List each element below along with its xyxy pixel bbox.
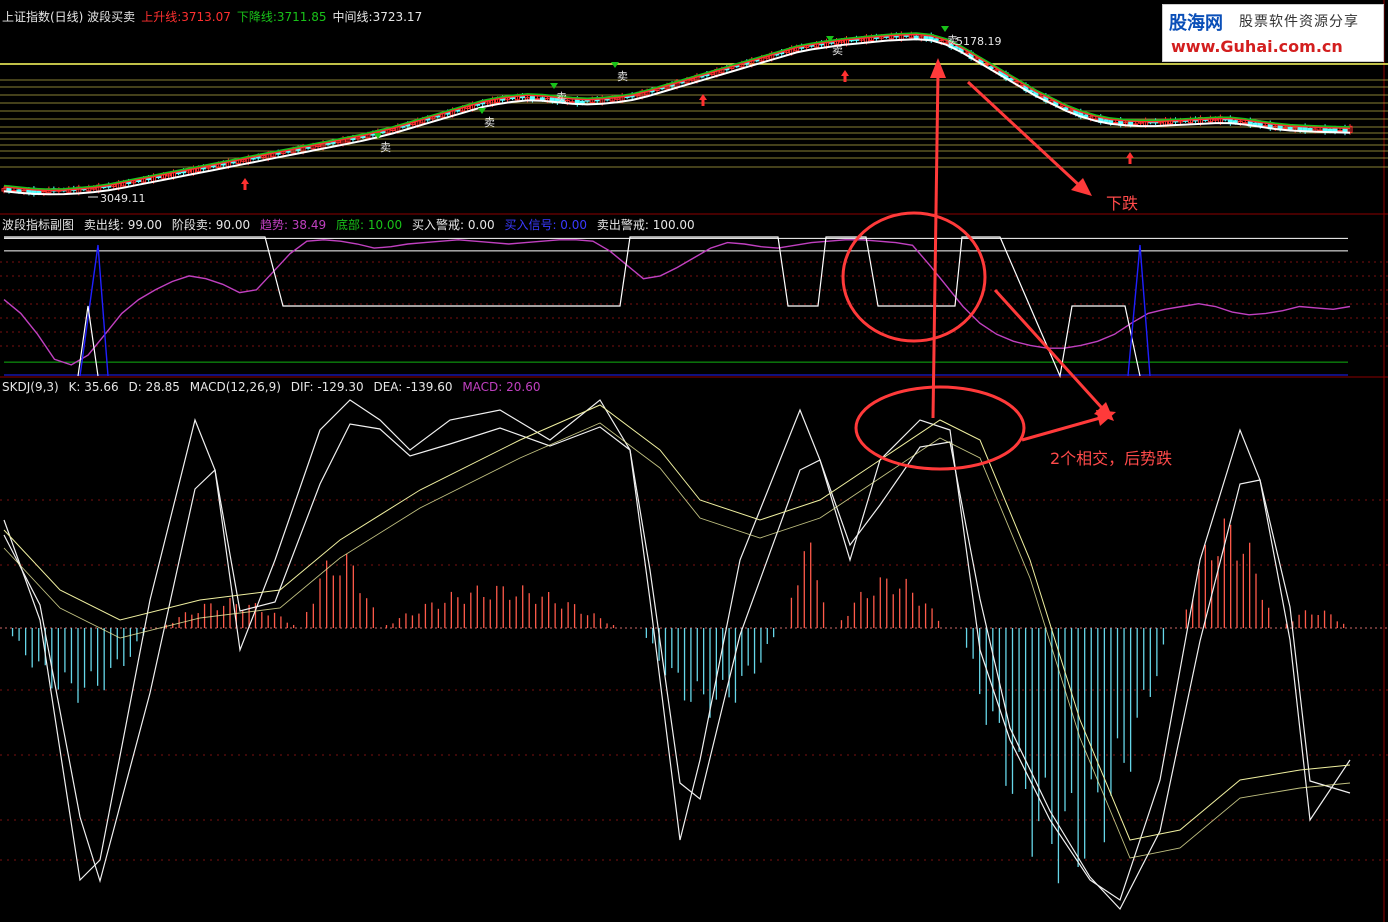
- candle-body: [1337, 130, 1343, 133]
- buy-arrow-icon: [241, 178, 249, 190]
- up-line-label: 上升线:: [141, 10, 182, 24]
- peak-label: 5178.19: [956, 35, 1002, 48]
- highlight-circle: [841, 211, 987, 343]
- candle-body: [1307, 128, 1313, 131]
- candle-body: [1287, 127, 1293, 130]
- logo-cn: 股海网: [1169, 13, 1223, 34]
- highlight-circle: [854, 385, 1026, 471]
- candle-body: [36, 190, 42, 194]
- sell-warn-value: 卖出警戒: 100.00: [596, 218, 695, 232]
- candle-body: [305, 146, 311, 149]
- low-label: 3049.11: [100, 192, 146, 205]
- dea-line: [3, 422, 1351, 859]
- ma-white-line: [3, 38, 1351, 196]
- mid-line-value: 3723.17: [372, 10, 423, 24]
- sell-tag-label: 卖: [484, 116, 495, 129]
- buy-signal-value: 买入信号: 0.00: [504, 218, 588, 232]
- macd-value: MACD: 20.60: [462, 380, 541, 394]
- candle-body: [250, 157, 256, 160]
- candle-body: [1103, 119, 1109, 123]
- sub-title: 波段指标副图: [2, 218, 75, 232]
- cross-arrow-line: [1021, 416, 1101, 442]
- dif-value: DIF: -129.30: [290, 380, 364, 394]
- candle-body: [156, 176, 162, 179]
- sell-arrow-icon: [611, 62, 619, 68]
- mid-line-label: 中间线:: [332, 10, 373, 24]
- macd-panel: [0, 399, 1388, 911]
- candle-body: [210, 165, 216, 168]
- down-line-value: 3711.85: [276, 10, 327, 24]
- candle-body: [1327, 128, 1333, 132]
- candle-body: [1252, 122, 1258, 126]
- sell-tag-label: 卖: [380, 141, 391, 154]
- indicator-arrow-line: [993, 288, 1104, 410]
- down-line-label: 下降线:: [236, 10, 277, 24]
- stage-sell-line: [4, 236, 1141, 379]
- sell-arrow-icon: [941, 26, 949, 32]
- candle-body: [1232, 120, 1238, 124]
- dea-value: DEA: -139.60: [373, 380, 453, 394]
- annotation-layer: [841, 58, 1116, 471]
- d-value: D: 28.85: [128, 380, 180, 394]
- sell-tag-label: 卖: [832, 44, 843, 57]
- candle-body: [913, 35, 919, 39]
- main-header: 上证指数(日线) 波段买卖 上升线:3713.07 下降线:3711.85 中间线:3…: [2, 8, 428, 25]
- sell-arrow-icon: [550, 83, 558, 89]
- k-value: K: 35.66: [68, 380, 119, 394]
- sell-tag-label: 卖: [617, 70, 628, 83]
- sell-line-value: 卖出线: 99.00: [83, 218, 163, 232]
- buy-signal-spike: [79, 244, 109, 377]
- indicator-panel: [0, 236, 1388, 379]
- buy-signal-spike: [1127, 244, 1151, 377]
- bottom-value: 底部: 10.00: [335, 218, 403, 232]
- main-title: 上证指数(日线) 波段买卖: [2, 10, 136, 24]
- kdj-k-line: [3, 399, 1351, 901]
- macd-header: SKDJ(9,3) K: 35.66 D: 28.85 MACD(12,26,9…: [2, 380, 547, 394]
- candle-body: [360, 135, 366, 138]
- trend-value: 趋势: 38.49: [259, 218, 327, 232]
- up-line-value: 3713.07: [181, 10, 231, 24]
- candle-body: [175, 172, 181, 175]
- skdj-label: SKDJ(9,3): [2, 380, 59, 394]
- candle-body: [230, 161, 236, 164]
- sell-tag-label: 卖: [556, 91, 567, 104]
- sub-header: 波段指标副图 卖出线: 99.00 阶段卖: 90.00 趋势: 38.49 底…: [2, 216, 701, 233]
- logo-cn-sub: 股票软件资源分享: [1239, 14, 1359, 30]
- buy-arrow-icon: [1126, 152, 1134, 164]
- macd-params: MACD(12,26,9): [189, 380, 281, 394]
- candle-body: [579, 100, 585, 104]
- stage-sell-value: 阶段卖: 90.00: [171, 218, 251, 232]
- logo-url: www.Guhai.com.cn: [1171, 37, 1343, 56]
- buy-arrow-icon: [699, 94, 707, 106]
- guhai-logo: 股海网 股票软件资源分享 www.Guhai.com.cn: [1162, 4, 1384, 62]
- dif-line: [3, 404, 1351, 841]
- candle-body: [285, 150, 291, 153]
- fall-arrow-line: [966, 80, 1082, 188]
- candle-body: [16, 189, 22, 193]
- buy-warn-value: 买入警戒: 0.00: [412, 218, 495, 232]
- annotation-fall: 下跌: [1106, 194, 1139, 213]
- cross-arrow-head-icon: [1096, 410, 1116, 426]
- annotation-cross: 2个相交，后势跌: [1050, 449, 1173, 468]
- up-arrow-line: [931, 71, 940, 419]
- candle-body: [136, 179, 142, 182]
- candle-body: [534, 98, 540, 101]
- candle-body: [509, 97, 515, 100]
- candle-body: [539, 97, 545, 101]
- chart-canvas: 卖卖卖卖卖卖: [0, 0, 1388, 922]
- candle-body: [325, 142, 331, 145]
- up-arrow-head-icon: [930, 58, 946, 78]
